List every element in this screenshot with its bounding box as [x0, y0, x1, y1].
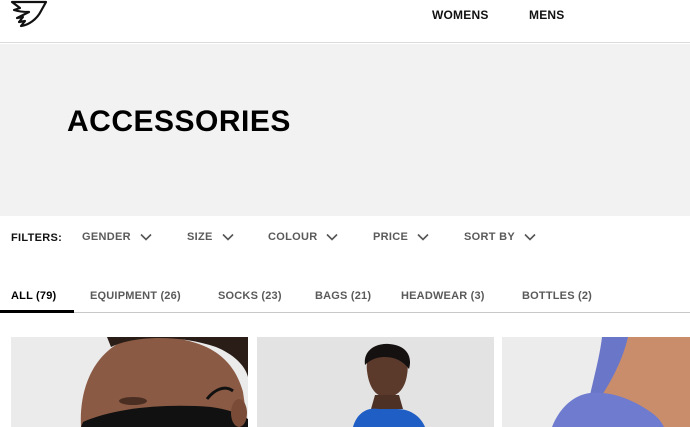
chevron-down-icon — [524, 233, 536, 241]
category-hero: ACCESSORIES — [0, 44, 690, 216]
active-tab-indicator — [0, 310, 74, 313]
product-image — [11, 337, 248, 427]
filter-label: PRICE — [373, 231, 409, 243]
product-card[interactable] — [11, 337, 248, 427]
filters-label: FILTERS: — [11, 232, 63, 244]
nav-mens-link[interactable]: MENS — [529, 8, 564, 22]
filter-colour-dropdown[interactable]: COLOUR — [268, 231, 339, 243]
filter-size-dropdown[interactable]: SIZE — [187, 231, 234, 243]
tab-all[interactable]: ALL (79) — [11, 290, 56, 302]
product-card[interactable] — [502, 337, 690, 427]
filter-label: SORT BY — [464, 231, 515, 243]
tab-socks[interactable]: SOCKS (23) — [218, 290, 282, 302]
product-image — [257, 337, 494, 427]
tab-bottles[interactable]: BOTTLES (2) — [522, 290, 592, 302]
chevron-down-icon — [417, 233, 429, 241]
filter-gender-dropdown[interactable]: GENDER — [82, 231, 152, 243]
filter-label: GENDER — [82, 231, 131, 243]
product-image — [502, 337, 690, 427]
filter-sort-by-dropdown[interactable]: SORT BY — [464, 231, 536, 243]
chevron-down-icon — [326, 233, 339, 241]
category-tabs: ALL (79) EQUIPMENT (26) SOCKS (23) BAGS … — [0, 280, 690, 313]
chevron-down-icon — [222, 233, 234, 241]
site-header: WOMENS MENS — [0, 0, 690, 43]
product-card[interactable] — [257, 337, 494, 427]
nav-womens-link[interactable]: WOMENS — [432, 8, 489, 22]
brand-logo-icon[interactable] — [9, 0, 49, 30]
chevron-down-icon — [140, 233, 152, 241]
page-title: ACCESSORIES — [67, 105, 291, 138]
tab-headwear[interactable]: HEADWEAR (3) — [401, 290, 485, 302]
filter-price-dropdown[interactable]: PRICE — [373, 231, 429, 243]
tab-equipment[interactable]: EQUIPMENT (26) — [90, 290, 181, 302]
filter-label: COLOUR — [268, 231, 318, 243]
filter-label: SIZE — [187, 231, 213, 243]
tab-bags[interactable]: BAGS (21) — [315, 290, 371, 302]
